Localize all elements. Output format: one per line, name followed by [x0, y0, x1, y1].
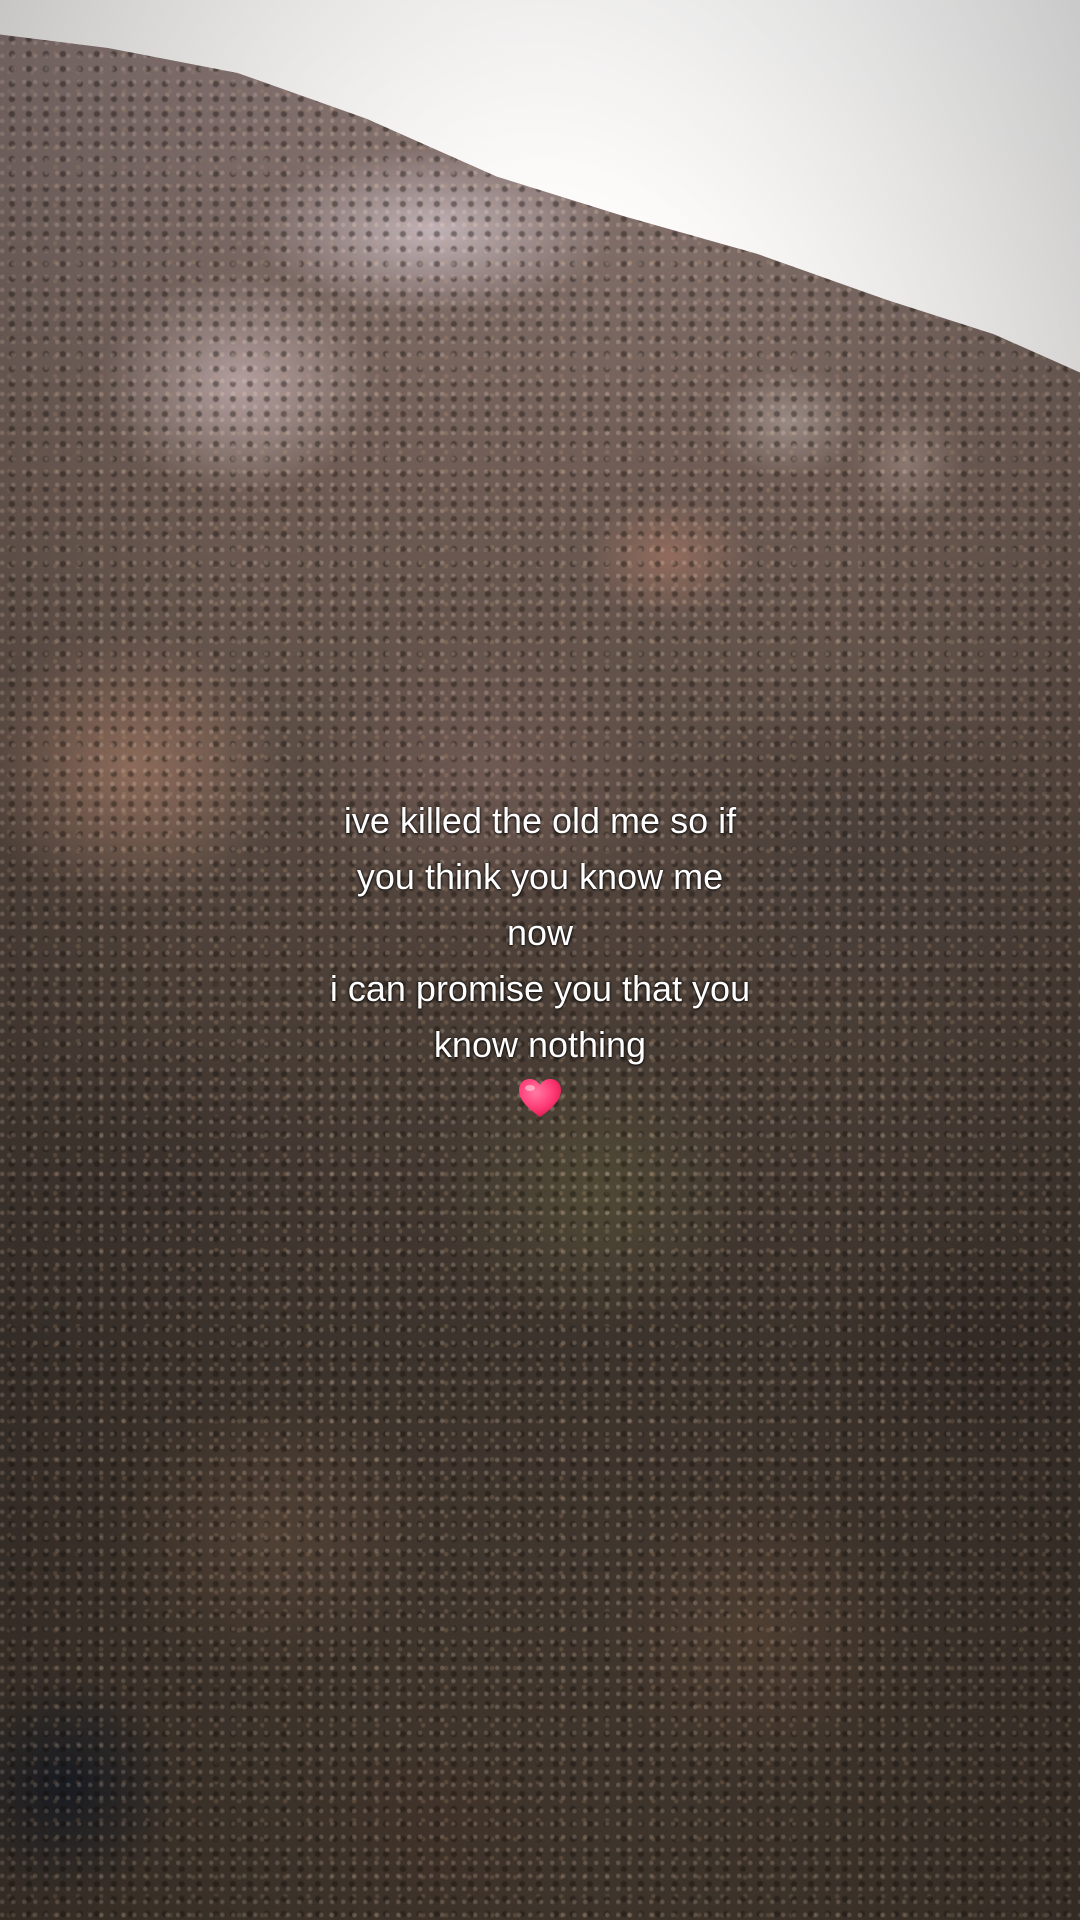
caption-line-5: know nothing	[433, 1024, 647, 1065]
caption-overlay: ive killed the old me so if you think yo…	[0, 793, 1080, 1123]
caption-line-1: ive killed the old me so if	[343, 800, 737, 841]
caption-line-3: now	[506, 912, 574, 953]
caption-line-2: you think you know me	[356, 856, 724, 897]
caption-line-4: i can promise you that you	[329, 968, 751, 1009]
pink-heart-icon	[519, 1079, 561, 1117]
photo-background: ive killed the old me so if you think yo…	[0, 0, 1080, 1920]
